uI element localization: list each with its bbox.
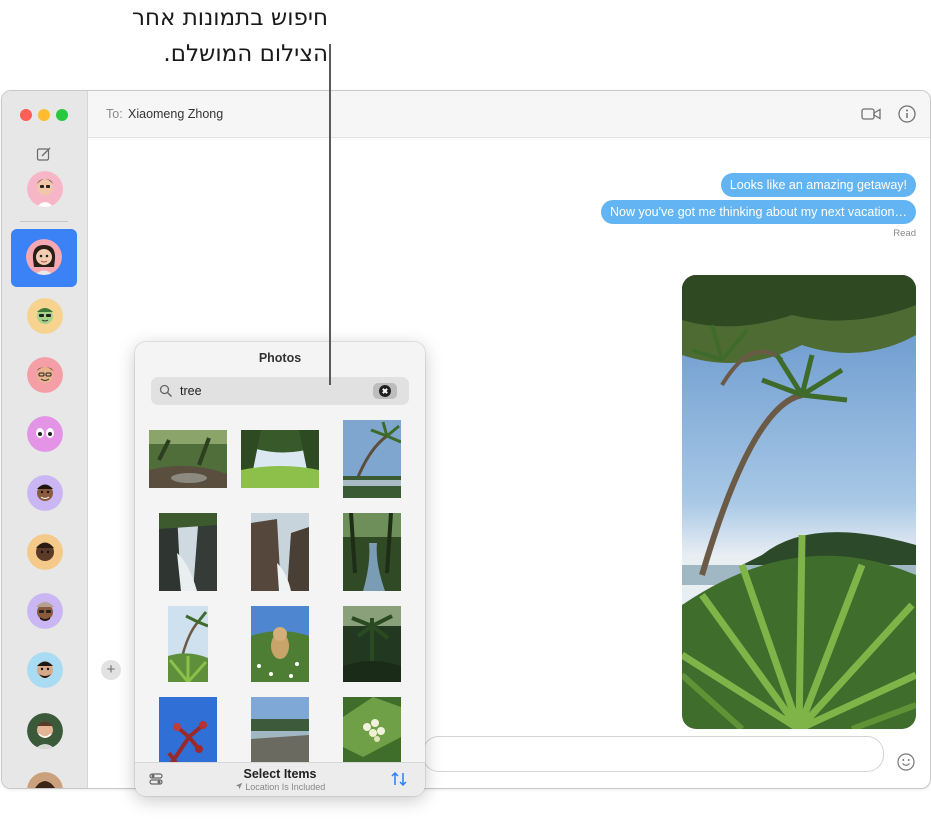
photo-thumbnail-coastal-rocks[interactable] — [251, 513, 309, 591]
contact-avatar-3[interactable] — [27, 298, 63, 334]
contact-avatar-11[interactable] — [27, 772, 63, 788]
zoom-window-button[interactable] — [56, 109, 68, 121]
contact-avatar-4[interactable] — [27, 357, 63, 393]
location-note-text: Location Is Included — [245, 782, 326, 792]
location-arrow-icon — [235, 782, 242, 790]
contact-avatar-6[interactable] — [27, 475, 63, 511]
photo-thumbnail-dark-jungle[interactable] — [343, 606, 401, 682]
photo-thumbnail-palm-garden[interactable] — [168, 606, 208, 682]
message-bubble-1[interactable]: Looks like an amazing getaway! — [720, 173, 916, 197]
photo-thumbnail-green-meadow[interactable] — [241, 430, 319, 488]
select-items-button[interactable]: Select Items — [135, 767, 425, 781]
photo-thumbnail-forest-stream[interactable] — [149, 430, 227, 488]
photo-thumbnail-rocky-waterfall[interactable] — [159, 513, 217, 591]
read-receipt: Read — [893, 228, 916, 239]
contact-avatar-10[interactable] — [27, 713, 63, 749]
location-note: Location Is Included — [135, 782, 425, 792]
minimize-window-button[interactable] — [38, 109, 50, 121]
popover-footer: Select Items Location Is Included — [135, 762, 425, 796]
sidebar-divider — [20, 221, 68, 222]
message-bubble-2[interactable]: Now you've got me thinking about my next… — [601, 200, 916, 224]
info-icon[interactable] — [896, 103, 918, 125]
close-window-button[interactable] — [20, 109, 32, 121]
conversation-sidebar — [2, 91, 88, 788]
annotation-callout: חיפוש בתמונות אחר הצילום המושלם. — [132, 0, 328, 72]
contact-avatar-8[interactable] — [27, 593, 63, 629]
photo-message[interactable] — [682, 275, 916, 729]
video-camera-icon[interactable] — [860, 103, 882, 125]
contact-avatar-9[interactable] — [27, 652, 63, 688]
message-input[interactable] — [422, 736, 884, 772]
to-label: To: — [106, 107, 123, 121]
sort-arrows-icon[interactable] — [389, 769, 409, 789]
plus-icon[interactable]: + — [101, 660, 121, 680]
contact-avatar-7[interactable] — [27, 534, 63, 570]
photo-thumbnail-white-flowers[interactable] — [343, 697, 401, 767]
recipient-name[interactable]: Xiaomeng Zhong — [128, 107, 223, 121]
contact-avatar-xiaomeng[interactable] — [26, 239, 62, 275]
clear-circle-icon[interactable] — [373, 383, 397, 399]
photo-thumbnail-beach-shore[interactable] — [251, 697, 309, 767]
popover-title: Photos — [258, 351, 302, 365]
smiley-icon[interactable] — [896, 752, 916, 772]
annotation-line-1: חיפוש בתמונות אחר — [132, 5, 328, 31]
annotation-line-2: הצילום המושלם. — [163, 41, 328, 67]
photo-thumbnail-dog-in-flowers[interactable] — [251, 606, 309, 682]
photo-thumbnail-red-leaves-sky[interactable] — [159, 697, 217, 767]
photos-popover: Photos tree Select Items Location Is Inc… — [135, 342, 425, 796]
photos-search-input[interactable] — [180, 381, 360, 401]
photos-search-field[interactable] — [151, 377, 409, 405]
conversation-header: To: Xiaomeng Zhong — [88, 91, 930, 138]
photo-thumbnail-palm-tree-coast[interactable] — [343, 420, 401, 498]
annotation-leader-line — [329, 44, 331, 385]
contact-avatar-5[interactable] — [27, 416, 63, 452]
photo-thumbnail-river-trees[interactable] — [343, 513, 401, 591]
contact-avatar-1[interactable] — [27, 171, 63, 207]
compose-icon[interactable] — [35, 145, 53, 163]
magnifier-icon — [159, 384, 172, 397]
